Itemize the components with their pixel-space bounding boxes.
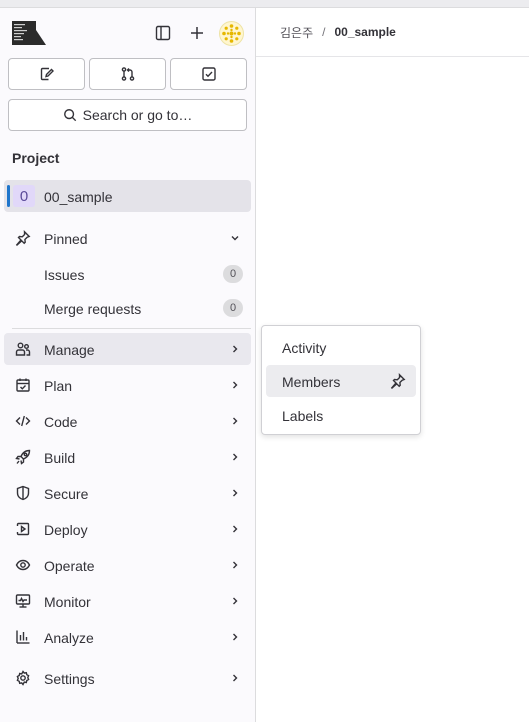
merge-requests-button[interactable]: [89, 58, 166, 90]
manage-flyout-menu: Activity Members Labels: [261, 325, 421, 435]
divider: [12, 328, 251, 329]
project-avatar: 0: [13, 185, 35, 207]
chart-icon: [15, 629, 31, 645]
sidebar-item-label: Operate: [44, 558, 95, 574]
sidebar-item-pinned[interactable]: Pinned: [4, 222, 251, 254]
sidebar-item-label: Code: [44, 414, 78, 430]
sidebar-item-plan[interactable]: Plan: [4, 369, 251, 401]
rocket-icon: [15, 449, 31, 465]
breadcrumb: 김은주 / 00_sample: [256, 8, 529, 57]
users-icon: [15, 341, 31, 357]
sidebar-item-label: Secure: [44, 486, 89, 502]
sidebar-item-code[interactable]: Code: [4, 405, 251, 437]
chevron-down-icon: [229, 232, 241, 244]
breadcrumb-current[interactable]: 00_sample: [334, 25, 395, 39]
sidebar: Search or go to… Project 0 00_sample Pin…: [0, 8, 256, 722]
sidebar-toggle-icon[interactable]: [152, 22, 174, 44]
breadcrumb-parent[interactable]: 김은주: [280, 24, 313, 41]
thumbtack-icon: [15, 230, 31, 246]
sidebar-item-settings[interactable]: Settings: [4, 662, 251, 694]
chevron-right-icon: [229, 595, 241, 607]
sidebar-item-label: Merge requests: [44, 301, 142, 317]
search-icon: [63, 108, 77, 122]
chevron-right-icon: [229, 523, 241, 535]
sidebar-item-issues[interactable]: Issues 0: [4, 258, 251, 290]
merge-requests-count-badge: 0: [223, 299, 243, 317]
shield-icon: [15, 485, 31, 501]
code-icon: [15, 413, 31, 429]
browser-top-edge: [0, 0, 529, 8]
project-name: 00_sample: [44, 189, 113, 205]
chevron-right-icon: [229, 672, 241, 684]
sidebar-item-label: Manage: [44, 342, 95, 358]
new-issue-icon: [39, 66, 55, 82]
todos-button[interactable]: [170, 58, 247, 90]
sidebar-item-analyze[interactable]: Analyze: [4, 621, 251, 653]
new-issue-button[interactable]: [8, 58, 85, 90]
planning-icon: [15, 377, 31, 393]
deployments-icon: [15, 557, 31, 573]
chevron-right-icon: [229, 487, 241, 499]
plus-icon[interactable]: [186, 22, 208, 44]
chevron-right-icon: [229, 415, 241, 427]
sidebar-item-deploy[interactable]: Deploy: [4, 513, 251, 545]
search-button[interactable]: Search or go to…: [8, 99, 247, 131]
gear-icon: [15, 670, 31, 686]
sidebar-item-build[interactable]: Build: [4, 441, 251, 473]
deploy-icon: [15, 521, 31, 537]
sidebar-item-label: Build: [44, 450, 76, 466]
sidebar-item-operate[interactable]: Operate: [4, 549, 251, 581]
thumbtack-icon[interactable]: [390, 373, 406, 389]
sidebar-item-label: Pinned: [44, 231, 88, 247]
search-label: Search or go to…: [82, 107, 193, 123]
breadcrumb-separator: /: [322, 25, 326, 39]
chevron-right-icon: [229, 631, 241, 643]
chevron-right-icon: [229, 343, 241, 355]
flyout-item-labels[interactable]: Labels: [266, 399, 416, 431]
flyout-item-members[interactable]: Members: [266, 365, 416, 397]
logo[interactable]: [12, 21, 46, 45]
sidebar-item-label: Plan: [44, 378, 73, 394]
active-indicator: [7, 185, 10, 207]
flyout-item-label: Labels: [282, 408, 324, 424]
flyout-item-activity[interactable]: Activity: [266, 331, 416, 363]
sidebar-item-merge-requests[interactable]: Merge requests 0: [4, 292, 251, 324]
sidebar-item-secure[interactable]: Secure: [4, 477, 251, 509]
avatar[interactable]: [219, 21, 244, 46]
chevron-right-icon: [229, 559, 241, 571]
monitor-icon: [15, 593, 31, 609]
sidebar-item-manage[interactable]: Manage: [4, 333, 251, 365]
sidebar-item-label: Deploy: [44, 522, 88, 538]
sidebar-item-label: Monitor: [44, 594, 91, 610]
section-title: Project: [12, 150, 60, 166]
sidebar-item-monitor[interactable]: Monitor: [4, 585, 251, 617]
sidebar-item-label: Settings: [44, 671, 95, 687]
sidebar-item-label: Issues: [44, 267, 85, 283]
chevron-right-icon: [229, 379, 241, 391]
todo-icon: [201, 66, 217, 82]
flyout-item-label: Members: [282, 374, 341, 390]
issues-count-badge: 0: [223, 265, 243, 283]
chevron-right-icon: [229, 451, 241, 463]
merge-request-icon: [120, 66, 136, 82]
sidebar-item-label: Analyze: [44, 630, 94, 646]
flyout-item-label: Activity: [282, 340, 327, 356]
project-item[interactable]: 0 00_sample: [4, 180, 251, 212]
